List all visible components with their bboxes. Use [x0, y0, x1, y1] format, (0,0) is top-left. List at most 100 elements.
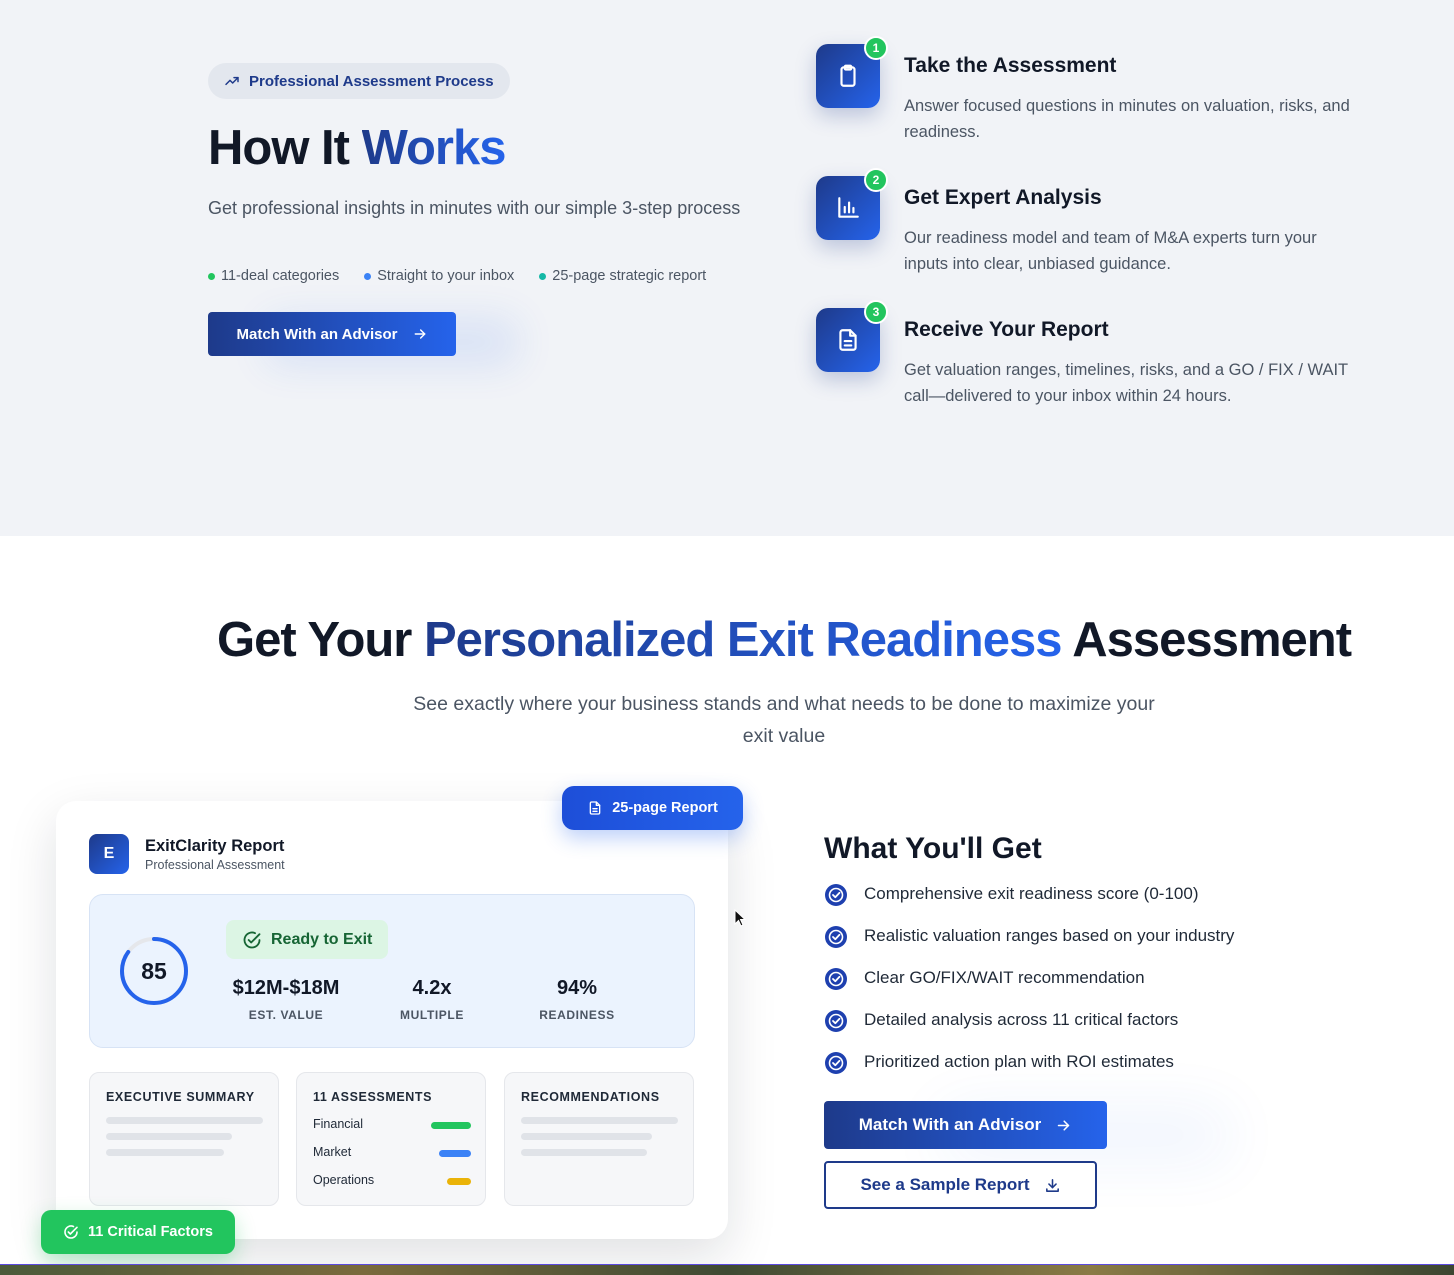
report-name: ExitClarity Report: [145, 837, 285, 855]
assessment-title: Get Your Personalized Exit Readiness Ass…: [0, 612, 1454, 668]
factor-row: Operations: [313, 1173, 471, 1187]
factor-label: Market: [313, 1145, 352, 1159]
bullet-label: Straight to your inbox: [377, 268, 515, 284]
bullet-label: 11-deal categories: [221, 268, 340, 284]
bullet-dot-icon: [539, 272, 547, 280]
step-number-badge: 2: [864, 168, 888, 192]
factor-bar: [439, 1150, 471, 1157]
step-title: Receive Your Report: [904, 318, 1109, 341]
match-advisor-label: Match With an Advisor: [858, 1115, 1042, 1134]
metric-readiness: 94% READINESS: [507, 977, 647, 1022]
report-preview-card: E ExitClarity Report Professional Assess…: [56, 801, 728, 1239]
factor-bar: [431, 1122, 471, 1129]
feature-bullets: 11-deal categories Straight to your inbo…: [208, 268, 706, 284]
match-advisor-label: Match With an Advisor: [236, 325, 398, 343]
assessment-title-a: Get Your: [216, 613, 424, 667]
factor-bar: [447, 1178, 471, 1185]
report-logo: E: [89, 834, 129, 874]
bullet-dot-icon: [208, 272, 215, 280]
process-pill: Professional Assessment Process: [208, 63, 510, 99]
benefit-item: Clear GO/FIX/WAIT recommendation: [824, 968, 1234, 1010]
arrow-right-icon: [1057, 1119, 1070, 1131]
bottom-image-strip: [0, 1264, 1454, 1275]
process-pill-label: Professional Assessment Process: [249, 72, 494, 90]
check-badge-icon: [825, 926, 847, 948]
assessment-title-b: Assessment: [1061, 613, 1352, 667]
page-report-label: 25-page Report: [612, 800, 718, 816]
sample-report-button[interactable]: See a Sample Report: [824, 1161, 1097, 1209]
how-title-plain: How It: [208, 121, 362, 175]
executive-summary-heading: EXECUTIVE SUMMARY: [106, 1090, 255, 1104]
report-type: Professional Assessment: [145, 858, 285, 872]
status-label: Ready to Exit: [271, 930, 373, 948]
how-title-accent: Works: [361, 121, 507, 175]
benefit-label: Comprehensive exit readiness score (0-10…: [864, 884, 1199, 903]
step-title: Take the Assessment: [904, 54, 1117, 77]
step-number-badge: 3: [864, 300, 888, 324]
step-number-badge: 1: [864, 36, 888, 60]
critical-factors-label: 11 Critical Factors: [88, 1224, 213, 1240]
bullet-label: 25-page strategic report: [552, 268, 707, 284]
document-icon: [589, 801, 601, 815]
step-item: 1 Take the Assessment Answer focused que…: [816, 36, 1376, 176]
check-badge-icon: [825, 1052, 847, 1074]
assessments-heading: 11 ASSESSMENTS: [313, 1090, 433, 1104]
benefit-item: Comprehensive exit readiness score (0-10…: [824, 884, 1234, 926]
benefit-label: Prioritized action plan with ROI estimat…: [864, 1052, 1174, 1071]
bar-chart-icon: [838, 197, 859, 218]
status-badge: Ready to Exit: [226, 920, 389, 959]
step-description: Get valuation ranges, timelines, risks, …: [904, 361, 1348, 405]
check-circle-icon: [64, 1225, 78, 1239]
factor-label: Financial: [313, 1117, 364, 1131]
assessment-subtitle: See exactly where your business stands a…: [413, 693, 1155, 747]
bullet-dot-icon: [364, 272, 372, 280]
placeholder-line: [106, 1117, 263, 1124]
assessment-title-accent: Personalized Exit Readiness: [424, 613, 1062, 667]
metric-value: 94%: [556, 977, 598, 999]
match-advisor-button[interactable]: Match With an Advisor: [208, 312, 456, 356]
assessments-card: 11 ASSESSMENTS Financial Market Operatio…: [296, 1072, 486, 1206]
step-description: Answer focused questions in minutes on v…: [904, 97, 1350, 141]
factor-row: Market: [313, 1145, 471, 1159]
score-summary-box: 85 Ready to Exit $12M-$18M EST. VALUE 4.…: [89, 894, 695, 1048]
steps-list: 1 Take the Assessment Answer focused que…: [816, 36, 1376, 440]
feature-bullet: 11-deal categories: [208, 268, 339, 284]
check-badge-icon: [825, 884, 847, 906]
benefits-list: Comprehensive exit readiness score (0-10…: [824, 884, 1234, 1094]
benefit-label: Realistic valuation ranges based on your…: [864, 926, 1235, 945]
what-youll-get-title: What You'll Get: [824, 832, 1042, 865]
benefit-label: Clear GO/FIX/WAIT recommendation: [864, 968, 1145, 987]
metric-label: MULTIPLE: [400, 1008, 464, 1022]
critical-factors-badge: 11 Critical Factors: [41, 1210, 235, 1254]
check-badge-icon: [825, 1010, 847, 1032]
metric-multiple: 4.2x MULTIPLE: [362, 977, 502, 1022]
metric-value: 4.2x: [412, 977, 452, 999]
placeholder-line: [521, 1117, 678, 1124]
feature-bullet: 25-page strategic report: [539, 268, 706, 284]
benefit-label: Detailed analysis across 11 critical fac…: [864, 1010, 1179, 1029]
metric-label: EST. VALUE: [248, 1008, 324, 1022]
executive-summary-card: EXECUTIVE SUMMARY: [89, 1072, 279, 1206]
metric-value: $12M-$18M: [232, 977, 340, 999]
clipboard-icon: [840, 64, 856, 87]
download-icon: [1045, 1178, 1059, 1192]
step-item: 3 Receive Your Report Get valuation rang…: [816, 300, 1376, 440]
metric-est-value: $12M-$18M EST. VALUE: [216, 977, 356, 1022]
factor-row: Financial: [313, 1117, 471, 1131]
trending-up-icon: [225, 76, 239, 86]
factor-label: Operations: [313, 1173, 375, 1187]
placeholder-line: [521, 1133, 652, 1140]
match-advisor-button-secondary[interactable]: Match With an Advisor: [824, 1101, 1107, 1149]
step-item: 2 Get Expert Analysis Our readiness mode…: [816, 168, 1376, 308]
how-it-works-section: Professional Assessment Process How It W…: [0, 0, 1454, 536]
page-report-badge: 25-page Report: [562, 786, 743, 830]
check-circle-icon: [243, 931, 261, 948]
how-subtitle: Get professional insights in minutes wit…: [208, 198, 741, 218]
metric-label: READINESS: [539, 1008, 615, 1022]
mouse-cursor-icon: [734, 909, 746, 927]
benefit-item: Prioritized action plan with ROI estimat…: [824, 1052, 1234, 1094]
check-badge-icon: [825, 968, 847, 990]
step-description: Our readiness model and team of M&A expe…: [904, 229, 1317, 273]
arrow-right-icon: [414, 329, 425, 339]
placeholder-line: [106, 1133, 232, 1140]
